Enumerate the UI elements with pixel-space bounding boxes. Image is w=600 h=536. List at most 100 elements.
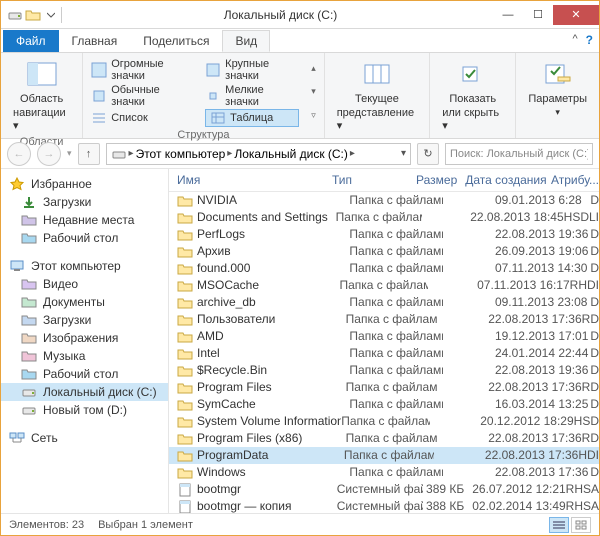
table-row[interactable]: Program Files (x86)Папка с файлами22.08.…	[169, 430, 599, 447]
file-date: 22.08.2013 17:36	[488, 430, 581, 447]
file-name: NVIDIA	[197, 192, 237, 209]
search-placeholder: Поиск: Локальный диск (C:)	[450, 148, 588, 160]
sidebar-pc-item[interactable]: Изображения	[1, 329, 168, 347]
table-row[interactable]: WindowsПапка с файлами22.08.2013 17:36D	[169, 464, 599, 481]
sidebar-fav-item[interactable]: Рабочий стол	[1, 229, 168, 247]
chevron-right-icon[interactable]: ▸	[227, 148, 232, 159]
table-row[interactable]: ProgramDataПапка с файлами22.08.2013 17:…	[169, 447, 599, 464]
col-header-name[interactable]: Имя	[177, 173, 332, 187]
sidebar-fav-item[interactable]: Загрузки	[1, 193, 168, 211]
file-name: bootmgr — копия	[197, 498, 291, 513]
file-attr: RD	[582, 430, 599, 447]
sidebar-pc-item[interactable]: Загрузки	[1, 311, 168, 329]
sidebar-network-head[interactable]: Сеть	[1, 429, 168, 447]
file-name: archive_db	[197, 294, 256, 311]
file-type: Папка с файлами	[349, 260, 443, 277]
table-row[interactable]: ПользователиПапка с файлами22.08.2013 17…	[169, 311, 599, 328]
table-row[interactable]: NVIDIAПапка с файлами09.01.2013 6:28D	[169, 192, 599, 209]
file-name: $Recycle.Bin	[197, 362, 267, 379]
file-date: 22.08.2013 19:36	[495, 226, 590, 243]
sidebar-pc-item[interactable]: Локальный диск (C:)	[1, 383, 168, 401]
table-row[interactable]: АрхивПапка с файлами26.09.2013 19:06D	[169, 243, 599, 260]
tab-view[interactable]: Вид	[222, 30, 270, 52]
address-dropdown-icon[interactable]: ▾	[401, 148, 406, 159]
file-attr: HSD	[574, 413, 599, 430]
breadcrumb-drive[interactable]: Локальный диск (C:)	[234, 147, 348, 161]
file-attr: RHDI	[570, 277, 599, 294]
chevron-right-icon[interactable]: ▸	[350, 148, 355, 159]
dropdown-icon[interactable]	[43, 7, 59, 23]
close-button[interactable]: ✕	[553, 5, 599, 25]
table-row[interactable]: AMDПапка с файлами19.12.2013 17:01D	[169, 328, 599, 345]
sidebar-favorites-head[interactable]: Избранное	[1, 175, 168, 193]
col-header-date[interactable]: Дата создания	[465, 173, 551, 187]
tab-home[interactable]: Главная	[59, 30, 131, 52]
sidebar-pc-item[interactable]: Рабочий стол	[1, 365, 168, 383]
layout-medium-icons[interactable]: Обычные значки	[91, 83, 193, 109]
maximize-button[interactable]: ☐	[523, 5, 553, 25]
scroll-down-icon[interactable]: ▾	[311, 86, 316, 97]
file-attr: HDI	[578, 447, 599, 464]
sidebar-pc-head-icon	[9, 258, 25, 274]
refresh-button[interactable]: ↻	[417, 143, 439, 165]
file-attr: D	[590, 345, 599, 362]
file-attr: D	[590, 328, 599, 345]
help-icon[interactable]: ?	[586, 33, 593, 47]
status-selection: Выбран 1 элемент	[98, 519, 193, 531]
history-dropdown-icon[interactable]: ▾	[67, 148, 72, 159]
collapse-ribbon-icon[interactable]: ^	[572, 33, 577, 47]
layout-list[interactable]: Список	[91, 109, 193, 127]
tab-share[interactable]: Поделиться	[130, 30, 222, 52]
col-header-attr[interactable]: Атрибу...	[551, 173, 599, 187]
table-row[interactable]: Program FilesПапка с файлами22.08.2013 1…	[169, 379, 599, 396]
table-row[interactable]: bootmgr — копияСистемный файл388 КБ02.02…	[169, 498, 599, 513]
table-row[interactable]: bootmgrСистемный файл389 КБ26.07.2012 12…	[169, 481, 599, 498]
table-row[interactable]: MSOCacheПапка с файлами07.11.2013 16:17R…	[169, 277, 599, 294]
layout-large-icons[interactable]: Крупные значки	[205, 57, 299, 83]
window-controls: — ☐ ✕	[493, 5, 599, 25]
file-date: 20.12.2012 18:29	[480, 413, 573, 430]
expand-icon[interactable]: ▿	[311, 110, 316, 121]
sidebar-fav-item-icon	[21, 212, 37, 228]
folder-icon	[177, 279, 193, 293]
table-row[interactable]: $Recycle.BinПапка с файлами22.08.2013 19…	[169, 362, 599, 379]
nav-forward-button[interactable]: →	[37, 142, 61, 166]
file-attr: RHSA	[566, 498, 599, 513]
breadcrumb-pc[interactable]: Этот компьютер	[136, 147, 226, 161]
address-bar[interactable]: ▸ Этот компьютер ▸ Локальный диск (C:) ▸…	[106, 143, 411, 165]
chevron-right-icon[interactable]: ▸	[129, 148, 134, 159]
view-details-button[interactable]	[549, 517, 569, 533]
table-row[interactable]: found.000Папка с файлами07.11.2013 14:30…	[169, 260, 599, 277]
sidebar-pc-item[interactable]: Новый том (D:)	[1, 401, 168, 419]
layout-table[interactable]: Таблица	[205, 109, 299, 127]
nav-back-button[interactable]: ←	[7, 142, 31, 166]
nav-up-button[interactable]: ↑	[78, 143, 100, 165]
show-hide-button[interactable]: Показать или скрыть ▾	[438, 57, 507, 134]
table-row[interactable]: archive_dbПапка с файлами09.11.2013 23:0…	[169, 294, 599, 311]
folder-icon	[177, 415, 193, 429]
col-header-type[interactable]: Тип	[332, 173, 416, 187]
scroll-up-icon[interactable]: ▴	[311, 63, 316, 74]
file-list[interactable]: NVIDIAПапка с файлами09.01.2013 6:28DDoc…	[169, 192, 599, 513]
layout-huge-icons[interactable]: Огромные значки	[91, 57, 193, 83]
sidebar-pc-head[interactable]: Этот компьютер	[1, 257, 168, 275]
table-row[interactable]: System Volume InformationПапка с файлами…	[169, 413, 599, 430]
table-row[interactable]: IntelПапка с файлами24.01.2014 22:44D	[169, 345, 599, 362]
table-row[interactable]: PerfLogsПапка с файлами22.08.2013 19:36D	[169, 226, 599, 243]
file-type: Папка с файлами	[346, 430, 438, 447]
sidebar-fav-item[interactable]: Недавние места	[1, 211, 168, 229]
view-thumbnails-button[interactable]	[571, 517, 591, 533]
col-header-size[interactable]: Размер	[416, 173, 465, 187]
navigation-pane-button[interactable]: Область навигации ▾	[9, 57, 74, 134]
current-view-button[interactable]: Текущее представление ▾	[333, 57, 421, 134]
minimize-button[interactable]: —	[493, 5, 523, 25]
table-row[interactable]: Documents and SettingsПапка с файлами22.…	[169, 209, 599, 226]
options-button[interactable]: Параметры ▾	[524, 57, 591, 120]
tab-file[interactable]: Файл	[3, 30, 59, 52]
sidebar-pc-item[interactable]: Документы	[1, 293, 168, 311]
sidebar-pc-item[interactable]: Видео	[1, 275, 168, 293]
sidebar-pc-item[interactable]: Музыка	[1, 347, 168, 365]
search-input[interactable]: Поиск: Локальный диск (C:)	[445, 143, 593, 165]
table-row[interactable]: SymCacheПапка с файлами16.03.2014 13:25D	[169, 396, 599, 413]
layout-small-icons[interactable]: Мелкие значки	[205, 83, 299, 109]
